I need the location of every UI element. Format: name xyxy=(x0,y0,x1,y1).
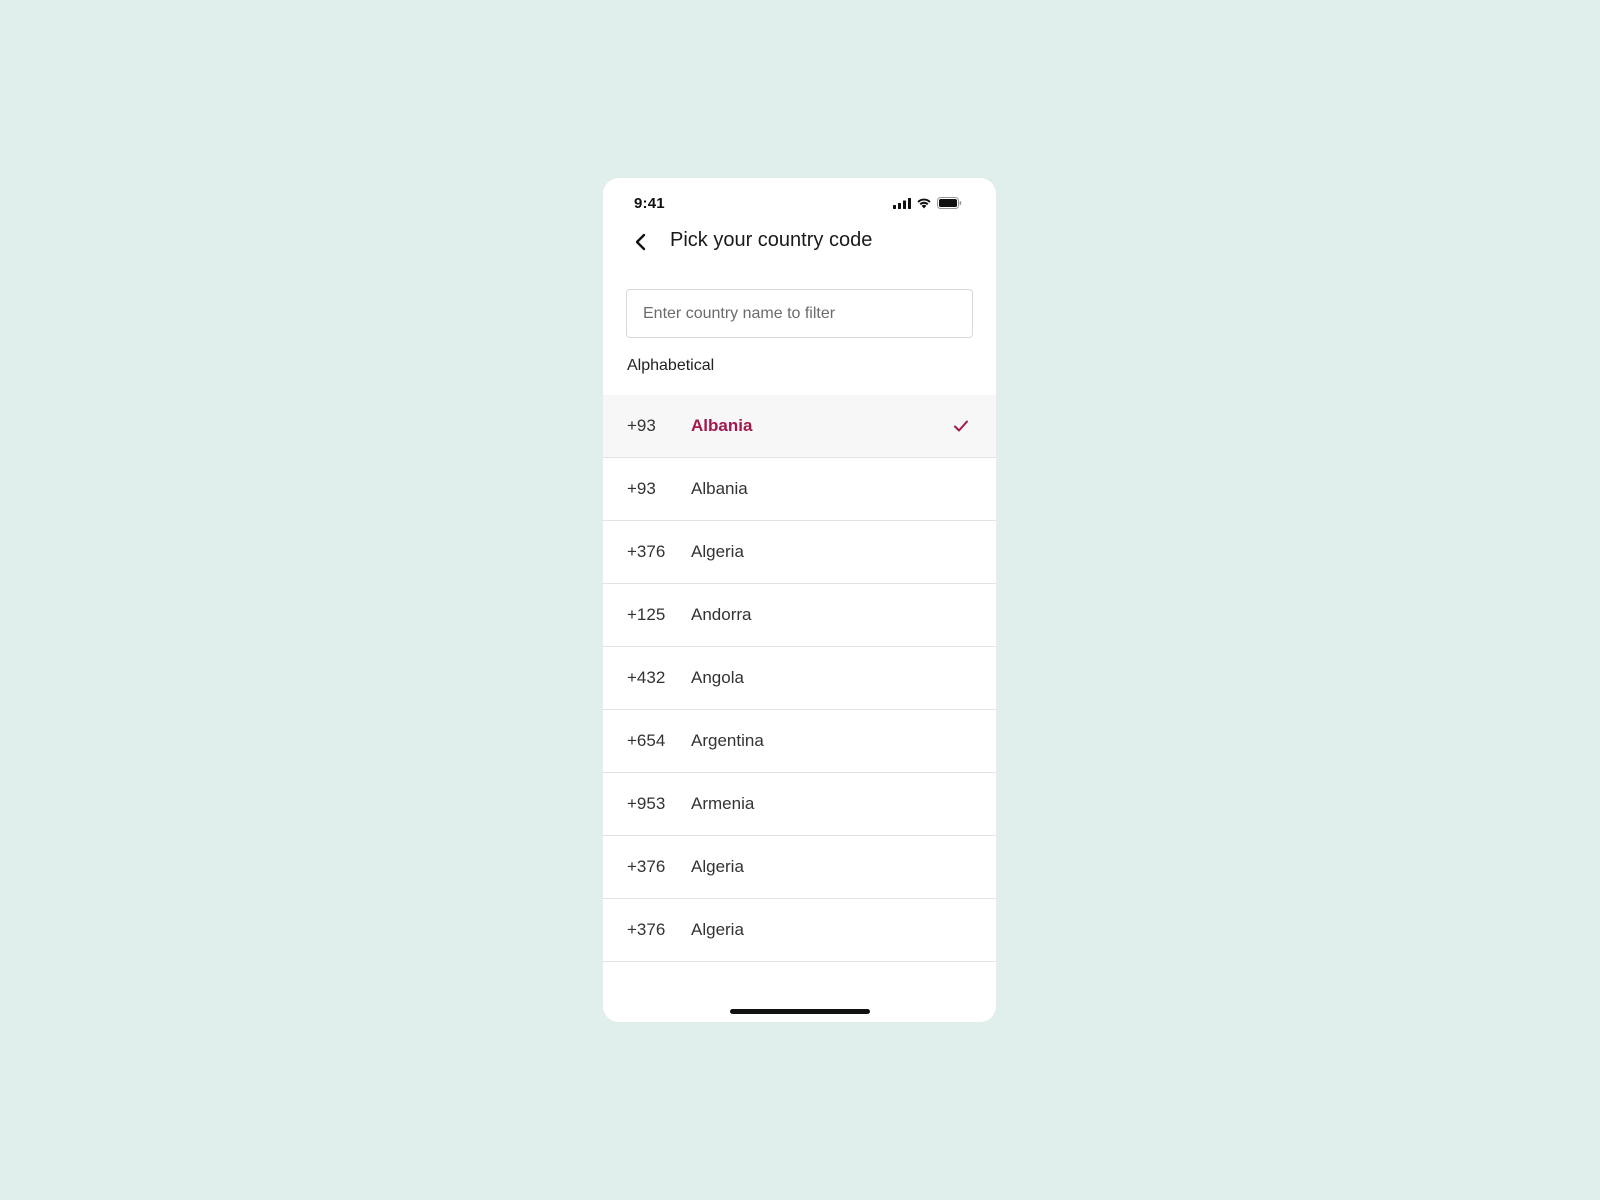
dial-code: +654 xyxy=(627,731,666,750)
country-name: Algeria xyxy=(691,542,744,561)
country-row[interactable]: +432 Angola xyxy=(603,647,996,710)
dial-code: +953 xyxy=(627,794,666,813)
chevron-left-icon xyxy=(635,233,646,251)
country-row[interactable]: +376 Algeria xyxy=(603,836,996,899)
status-time: 9:41 xyxy=(634,195,665,212)
page-title: Pick your country code xyxy=(670,229,873,251)
country-row[interactable]: +654 Argentina xyxy=(603,710,996,773)
country-row[interactable]: +376 Algeria xyxy=(603,521,996,584)
country-row[interactable]: +376 Algeria xyxy=(603,899,996,962)
country-row[interactable]: +953 Armenia xyxy=(603,773,996,836)
dial-code: +432 xyxy=(627,668,666,687)
dial-code: +376 xyxy=(627,920,666,939)
country-name: Algeria xyxy=(691,857,744,876)
home-indicator xyxy=(730,1009,870,1014)
country-name: Argentina xyxy=(691,731,764,750)
dial-code: +376 xyxy=(627,857,666,876)
check-icon xyxy=(954,420,968,432)
country-name: Angola xyxy=(691,668,744,687)
phone-screen: 9:41 Pick your country code Enter countr… xyxy=(603,178,996,1022)
status-bar: 9:41 xyxy=(603,178,996,228)
dial-code: +376 xyxy=(627,542,666,561)
dial-code: +93 xyxy=(627,479,656,498)
dial-code: +125 xyxy=(627,605,666,624)
country-row[interactable]: +125 Andorra xyxy=(603,584,996,647)
country-name: Albania xyxy=(691,479,748,498)
country-filter-input[interactable] xyxy=(626,289,973,338)
country-name: Algeria xyxy=(691,920,744,939)
status-icons xyxy=(893,197,962,209)
cellular-signal-icon xyxy=(893,197,911,209)
country-list: +93 Albania +93 Albania +376 Algeria +12… xyxy=(603,395,996,962)
back-button[interactable] xyxy=(629,230,653,254)
dial-code: +93 xyxy=(627,416,656,435)
country-row[interactable]: +93 Albania xyxy=(603,458,996,521)
wifi-icon xyxy=(917,198,931,209)
country-row-selected[interactable]: +93 Albania xyxy=(603,395,996,458)
country-name: Armenia xyxy=(691,794,755,813)
section-label: Alphabetical xyxy=(627,357,715,374)
country-name: Andorra xyxy=(691,605,752,624)
battery-icon xyxy=(937,197,962,209)
country-name: Albania xyxy=(691,416,753,435)
